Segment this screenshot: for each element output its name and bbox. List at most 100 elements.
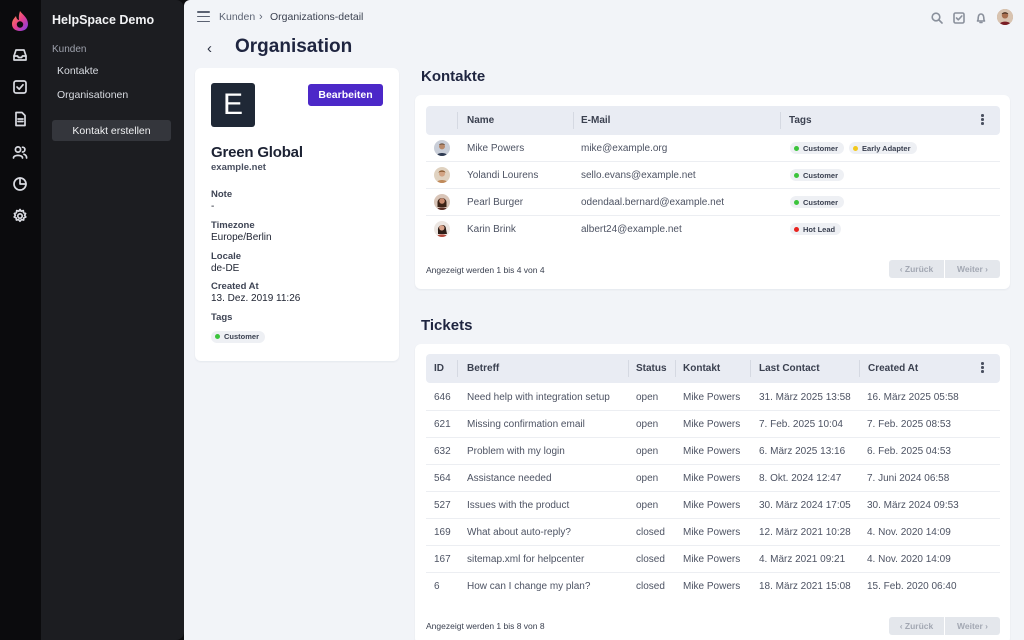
ticket-status: open: [636, 473, 659, 484]
ticket-id: 167: [434, 554, 451, 565]
document-icon[interactable]: [12, 111, 28, 127]
tickets-table-header: ID Betreff Status Kontakt Last Contact C…: [426, 354, 1000, 383]
ticket-last-contact: 6. März 2025 13:16: [759, 446, 846, 457]
tag-label: Customer: [803, 197, 839, 207]
ticket-subject[interactable]: Problem with my login: [467, 446, 565, 457]
organization-logo: E: [211, 83, 255, 127]
workspace-name[interactable]: HelpSpace Demo: [52, 13, 154, 27]
contact-avatar: [434, 221, 450, 237]
contact-avatar: [434, 140, 450, 156]
previous-page-button[interactable]: ‹ Zurück: [889, 260, 944, 278]
column-header-created-at[interactable]: Created At: [868, 363, 918, 374]
sidebar-item-organisationen[interactable]: Organisationen: [57, 89, 128, 101]
ticket-contact[interactable]: Mike Powers: [683, 392, 740, 403]
sidebar: HelpSpace Demo Kunden Kontakte Organisat…: [41, 0, 184, 640]
contact-name[interactable]: Mike Powers: [467, 143, 524, 154]
ticket-subject[interactable]: What about auto-reply?: [467, 527, 571, 538]
user-avatar[interactable]: [997, 9, 1013, 25]
tasks-icon[interactable]: [12, 79, 28, 95]
ticket-row[interactable]: 6 How can I change my plan? closed Mike …: [426, 573, 1000, 600]
check-square-icon[interactable]: [953, 11, 965, 24]
ticket-row[interactable]: 564 Assistance needed open Mike Powers 8…: [426, 465, 1000, 492]
contacts-table-header: Name E-Mail Tags: [426, 106, 1000, 135]
breadcrumb-kunden[interactable]: Kunden: [219, 11, 255, 23]
next-page-button[interactable]: Weiter ›: [945, 260, 1000, 278]
ticket-subject[interactable]: Assistance needed: [467, 473, 552, 484]
ticket-subject[interactable]: Need help with integration setup: [467, 392, 610, 403]
inbox-icon[interactable]: [12, 47, 28, 63]
ticket-row[interactable]: 167 sitemap.xml for helpcenter closed Mi…: [426, 546, 1000, 573]
tag-label: Customer: [803, 143, 839, 153]
contact-email: odendaal.bernard@example.net: [581, 197, 725, 208]
tag-dot: [794, 226, 799, 232]
sidebar-item-kontakte[interactable]: Kontakte: [57, 65, 98, 77]
contact-email: mike@example.org: [581, 143, 668, 154]
ticket-contact[interactable]: Mike Powers: [683, 554, 740, 565]
ticket-row[interactable]: 621 Missing confirmation email open Mike…: [426, 411, 1000, 438]
more-options-icon[interactable]: [981, 362, 984, 374]
contact-row[interactable]: Mike Powers mike@example.org Customer Ea…: [426, 135, 1000, 162]
contact-row[interactable]: Karin Brink albert24@example.net Hot Lea…: [426, 216, 1000, 243]
ticket-row[interactable]: 646 Need help with integration setup ope…: [426, 384, 1000, 411]
ticket-subject[interactable]: Issues with the product: [467, 500, 569, 511]
ticket-created-at: 30. März 2024 09:53: [867, 500, 959, 511]
settings-icon[interactable]: [12, 208, 28, 224]
more-options-icon[interactable]: [981, 114, 984, 126]
column-divider: [573, 112, 574, 129]
ticket-last-contact: 30. März 2024 17:05: [759, 500, 851, 511]
column-header-tags[interactable]: Tags: [789, 115, 812, 126]
organization-card: E Bearbeiten Green Global example.net No…: [195, 68, 399, 361]
ticket-subject[interactable]: Missing confirmation email: [467, 419, 585, 430]
ticket-last-contact: 8. Okt. 2024 12:47: [759, 473, 842, 484]
edit-button[interactable]: Bearbeiten: [308, 84, 383, 106]
create-contact-button[interactable]: Kontakt erstellen: [52, 120, 171, 141]
tag-dot: [794, 172, 799, 178]
ticket-id: 621: [434, 419, 451, 430]
ticket-contact[interactable]: Mike Powers: [683, 581, 740, 592]
search-icon[interactable]: [931, 11, 943, 24]
tag-customer: Customer: [790, 142, 845, 154]
contact-row[interactable]: Yolandi Lourens sello.evans@example.net …: [426, 162, 1000, 189]
contact-row[interactable]: Pearl Burger odendaal.bernard@example.ne…: [426, 189, 1000, 216]
users-icon[interactable]: [12, 144, 28, 160]
ticket-status: open: [636, 419, 659, 430]
column-divider: [859, 360, 860, 377]
top-bar: Kunden › Organizations-detail: [184, 0, 1024, 36]
tag-dot: [794, 145, 799, 151]
column-header-id[interactable]: ID: [434, 363, 444, 374]
contact-name[interactable]: Karin Brink: [467, 224, 516, 235]
ticket-subject[interactable]: sitemap.xml for helpcenter: [467, 554, 584, 565]
ticket-contact[interactable]: Mike Powers: [683, 446, 740, 457]
ticket-contact[interactable]: Mike Powers: [683, 473, 740, 484]
next-page-button[interactable]: Weiter ›: [945, 617, 1000, 635]
previous-page-button[interactable]: ‹ Zurück: [889, 617, 944, 635]
ticket-contact[interactable]: Mike Powers: [683, 500, 740, 511]
contact-name[interactable]: Pearl Burger: [467, 197, 523, 208]
icon-rail: [0, 0, 41, 640]
ticket-row[interactable]: 632 Problem with my login open Mike Powe…: [426, 438, 1000, 465]
reports-icon[interactable]: [12, 176, 28, 192]
ticket-contact[interactable]: Mike Powers: [683, 419, 740, 430]
tag-label: Customer: [803, 170, 839, 180]
helpspace-logo-icon[interactable]: [10, 10, 30, 32]
bell-icon[interactable]: [975, 11, 987, 24]
ticket-row[interactable]: 527 Issues with the product open Mike Po…: [426, 492, 1000, 519]
column-header-name[interactable]: Name: [467, 115, 494, 126]
contact-name[interactable]: Yolandi Lourens: [467, 170, 538, 181]
column-header-kontakt[interactable]: Kontakt: [683, 363, 720, 374]
column-header-betreff[interactable]: Betreff: [467, 363, 499, 374]
menu-icon[interactable]: [197, 11, 210, 23]
ticket-row[interactable]: 169 What about auto-reply? closed Mike P…: [426, 519, 1000, 546]
tag-label: Early Adapter: [862, 143, 911, 153]
tag-label: Customer: [224, 332, 260, 341]
ticket-contact[interactable]: Mike Powers: [683, 527, 740, 538]
back-icon[interactable]: ‹: [207, 40, 212, 57]
contacts-pagination: ‹ Zurück Weiter ›: [889, 260, 1000, 278]
column-header-last-contact[interactable]: Last Contact: [759, 363, 820, 374]
column-header-email[interactable]: E-Mail: [581, 115, 610, 126]
column-divider: [457, 112, 458, 129]
ticket-subject[interactable]: How can I change my plan?: [467, 581, 590, 592]
column-divider: [457, 360, 458, 377]
column-header-status[interactable]: Status: [636, 363, 667, 374]
contacts-pagination-info: Angezeigt werden 1 bis 4 von 4: [426, 265, 545, 275]
